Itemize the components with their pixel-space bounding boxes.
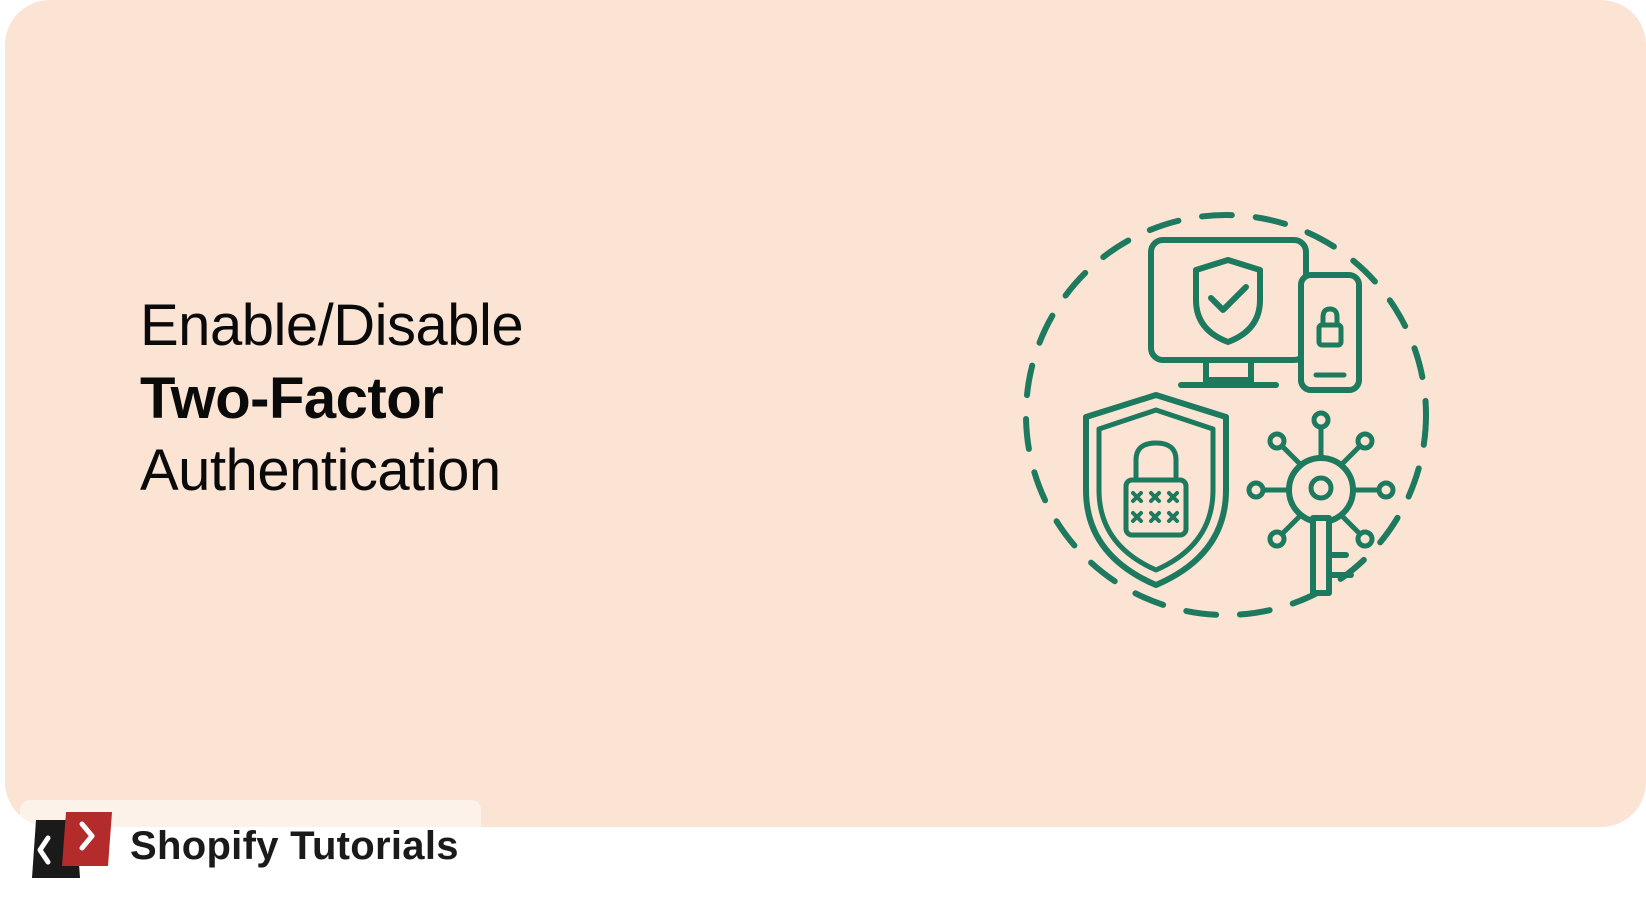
security-illustration [1011, 200, 1441, 630]
heading-block: Enable/Disable Two-Factor Authentication [140, 290, 523, 508]
heading-line-2: Two-Factor [140, 363, 523, 436]
brand-badge-text: Shopify Tutorials [130, 824, 459, 869]
heading-line-1: Enable/Disable [140, 290, 523, 363]
brand-badge: Shopify Tutorials [20, 800, 481, 892]
phone-icon [1301, 275, 1359, 390]
monitor-icon [1151, 240, 1306, 385]
brand-logo-icon [28, 810, 116, 882]
digital-key-icon [1249, 413, 1393, 593]
hero-card: Enable/Disable Two-Factor Authentication [5, 0, 1646, 827]
heading-line-3: Authentication [140, 435, 523, 508]
shield-lock-icon [1086, 395, 1226, 585]
